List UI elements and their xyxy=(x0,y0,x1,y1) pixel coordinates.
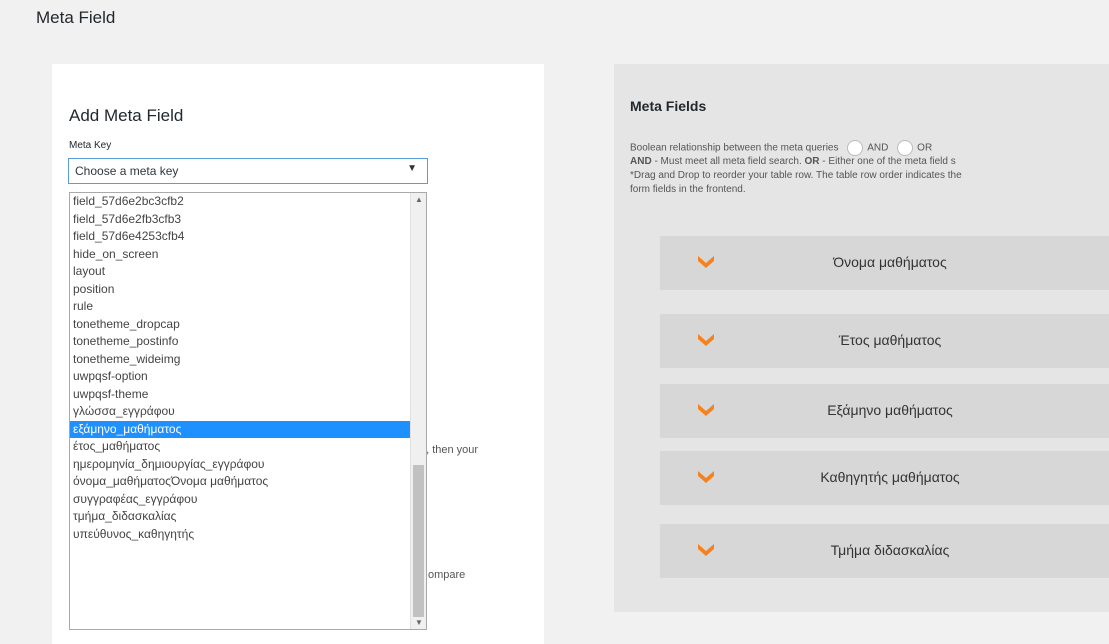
dropdown-option[interactable]: field_57d6e2fb3cfb3 xyxy=(70,211,410,229)
dropdown-option[interactable]: position xyxy=(70,281,410,299)
scroll-down-icon[interactable]: ▼ xyxy=(415,618,423,627)
meta-field-row[interactable]: Όνομα μαθήματος xyxy=(660,236,1109,290)
or-description: - Either one of the meta field s xyxy=(819,156,956,167)
dropdown-option[interactable]: συγγραφέας_εγγράφου xyxy=(70,491,410,509)
and-radio[interactable] xyxy=(847,140,864,156)
relationship-text: Boolean relationship between the meta qu… xyxy=(630,142,839,154)
or-radio[interactable] xyxy=(897,140,914,156)
add-meta-field-title: Add Meta Field xyxy=(69,106,184,125)
and-bold-label: AND xyxy=(630,156,652,167)
meta-field-label: Τμήμα διδασκαλίας xyxy=(830,542,950,558)
dropdown-option[interactable]: layout xyxy=(70,263,410,281)
scroll-thumb[interactable] xyxy=(413,465,424,617)
dropdown-option[interactable]: έτος_μαθήματος xyxy=(70,438,410,456)
meta-field-label: Έτος μαθήματος xyxy=(838,332,942,348)
meta-field-row[interactable]: Καθηγητής μαθήματος xyxy=(660,451,1109,505)
dropdown-option[interactable]: εξάμηνο_μαθήματος xyxy=(70,420,410,438)
meta-field-label: Όνομα μαθήματος xyxy=(833,254,947,270)
or-radio-label: OR xyxy=(917,142,933,154)
dropdown-option[interactable]: hide_on_screen xyxy=(70,246,410,264)
dropdown-option[interactable]: uwpqsf-option xyxy=(70,368,410,386)
and-description: - Must meet all meta field search. xyxy=(651,156,805,167)
partial-compare-text: ompare xyxy=(428,569,466,581)
dropdown-option[interactable]: τμήμα_διδασκαλίας xyxy=(70,508,410,526)
meta-key-dropdown-list[interactable]: field_57d6e2bc3cfb2 field_57d6e2fb3cfb3 fi… xyxy=(69,192,427,630)
dropdown-options: field_57d6e2bc3cfb2 field_57d6e2fb3cfb3 fi… xyxy=(70,193,410,543)
dropdown-option[interactable]: rule xyxy=(70,298,410,316)
dropdown-option[interactable]: uwpqsf-theme xyxy=(70,386,410,404)
dropdown-option[interactable]: field_57d6e4253cfb4 xyxy=(70,228,410,246)
scroll-up-icon[interactable]: ▲ xyxy=(415,195,423,204)
dropdown-option[interactable]: field_57d6e2bc3cfb2 xyxy=(70,193,410,211)
chevron-down-icon[interactable] xyxy=(697,543,715,557)
chevron-down-icon[interactable] xyxy=(697,255,715,269)
meta-fields-title: Meta Fields xyxy=(630,98,707,114)
drag-note-line-1: *Drag and Drop to reorder your table row… xyxy=(630,170,962,181)
chevron-down-icon[interactable] xyxy=(697,333,715,347)
meta-field-row[interactable]: Τμήμα διδασκαλίας xyxy=(660,524,1109,578)
dropdown-option[interactable]: υπεύθυνος_καθηγητής xyxy=(70,526,410,544)
drag-note-line-2: form fields in the frontend. xyxy=(630,184,746,195)
dropdown-option[interactable]: tonetheme_dropcap xyxy=(70,316,410,334)
meta-field-row[interactable]: Έτος μαθήματος xyxy=(660,314,1109,368)
dropdown-option[interactable]: ημερομηνία_δημιουργίας_εγγράφου xyxy=(70,456,410,474)
dropdown-scrollbar[interactable]: ▲ ▼ xyxy=(410,193,426,629)
meta-key-select[interactable]: Choose a meta key ▼ xyxy=(68,158,428,184)
meta-key-label: Meta Key xyxy=(69,140,112,151)
relationship-row: Boolean relationship between the meta qu… xyxy=(630,140,932,156)
meta-fields-panel: Meta Fields Boolean relationship between… xyxy=(614,64,1109,612)
page-title: Meta Field xyxy=(36,8,116,27)
dropdown-option[interactable]: όνομα_μαθήματοςΌνομα μαθήματος xyxy=(70,473,410,491)
dropdown-option[interactable]: tonetheme_wideimg xyxy=(70,351,410,369)
meta-field-label: Εξάμηνο μαθήματος xyxy=(827,402,953,418)
meta-field-row[interactable]: Εξάμηνο μαθήματος xyxy=(660,384,1109,438)
and-or-description: AND - Must meet all meta field search. O… xyxy=(630,156,956,167)
chevron-down-icon[interactable] xyxy=(697,403,715,417)
dropdown-option[interactable]: γλώσσα_εγγράφου xyxy=(70,403,410,421)
meta-key-select-value: Choose a meta key xyxy=(75,164,179,178)
or-bold-label: OR xyxy=(804,156,820,167)
meta-field-label: Καθηγητής μαθήματος xyxy=(820,469,960,485)
chevron-down-icon: ▼ xyxy=(407,163,417,174)
partial-help-text: ', then your xyxy=(424,444,479,456)
dropdown-option[interactable]: tonetheme_postinfo xyxy=(70,333,410,351)
and-radio-label: AND xyxy=(867,142,889,154)
chevron-down-icon[interactable] xyxy=(697,470,715,484)
